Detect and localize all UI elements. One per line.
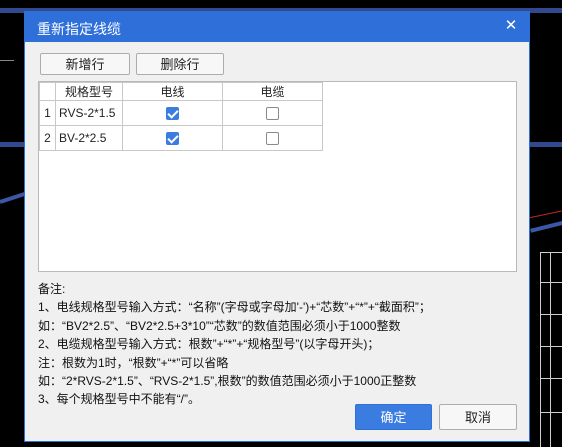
cancel-button[interactable]: 取消 bbox=[439, 404, 517, 430]
background-grid bbox=[540, 252, 562, 447]
wire-checkbox[interactable] bbox=[166, 107, 179, 121]
background-line bbox=[528, 210, 562, 219]
note-line: 1、电线规格型号输入方式：“名称”(字母或字母加'-')+“芯数”+“*”+“截… bbox=[38, 300, 431, 315]
respecify-cable-dialog: 重新指定线缆 ✕ 新增行 删除行 规格型号 电线 电缆 1 RVS-2*1.5 bbox=[24, 11, 530, 442]
notes-section: 备注: 1、电线规格型号输入方式：“名称”(字母或字母加'-')+“芯数”+“*… bbox=[38, 280, 518, 409]
wire-checkbox[interactable] bbox=[166, 132, 179, 146]
delete-row-button[interactable]: 删除行 bbox=[136, 53, 224, 75]
add-row-button[interactable]: 新增行 bbox=[40, 53, 130, 75]
cable-cell bbox=[222, 100, 323, 126]
background-line bbox=[530, 219, 562, 233]
cable-cell bbox=[222, 125, 323, 151]
dialog-title: 重新指定线缆 bbox=[37, 21, 121, 37]
row-index: 2 bbox=[39, 125, 56, 151]
wire-cell bbox=[122, 100, 223, 126]
row-index-header bbox=[39, 82, 56, 101]
dialog-titlebar: 重新指定线缆 ✕ bbox=[25, 12, 529, 42]
note-line: 2、电缆规格型号输入方式：根数”+“*”+“规格型号”(以字母开头)； bbox=[38, 337, 380, 352]
wire-cell bbox=[122, 125, 223, 151]
note-line: 如：“2*RVS-2*1.5”、“RVS-2*1.5”,根数”的数值范围必须小于… bbox=[38, 374, 417, 389]
cable-checkbox[interactable] bbox=[266, 132, 279, 146]
spec-cell[interactable]: RVS-2*1.5 bbox=[55, 100, 123, 126]
cable-column-header[interactable]: 电缆 bbox=[222, 82, 323, 101]
note-line: 如：“BV2*2.5”、“BV2*2.5+3*10”“芯数”的数值范围必须小于1… bbox=[38, 318, 401, 333]
ok-button[interactable]: 确定 bbox=[355, 404, 432, 430]
cable-spec-table: 规格型号 电线 电缆 1 RVS-2*1.5 2 BV-2*2.5 bbox=[39, 82, 323, 151]
table-row: 2 BV-2*2.5 bbox=[39, 125, 323, 151]
spec-column-header[interactable]: 规格型号 bbox=[55, 82, 123, 101]
table-row: 1 RVS-2*1.5 bbox=[39, 100, 323, 126]
note-line: 注：根数为1时，“根数”+“*”可以省略 bbox=[38, 355, 229, 370]
cable-spec-table-panel: 规格型号 电线 电缆 1 RVS-2*1.5 2 BV-2*2.5 bbox=[38, 81, 517, 272]
row-index: 1 bbox=[39, 100, 56, 126]
close-icon[interactable]: ✕ bbox=[503, 18, 519, 34]
spec-cell[interactable]: BV-2*2.5 bbox=[55, 125, 123, 151]
notes-heading: 备注: bbox=[38, 282, 66, 296]
wire-column-header[interactable]: 电线 bbox=[122, 82, 223, 101]
background-line bbox=[0, 60, 14, 61]
table-header-row: 规格型号 电线 电缆 bbox=[39, 82, 323, 101]
cable-checkbox[interactable] bbox=[266, 107, 279, 121]
